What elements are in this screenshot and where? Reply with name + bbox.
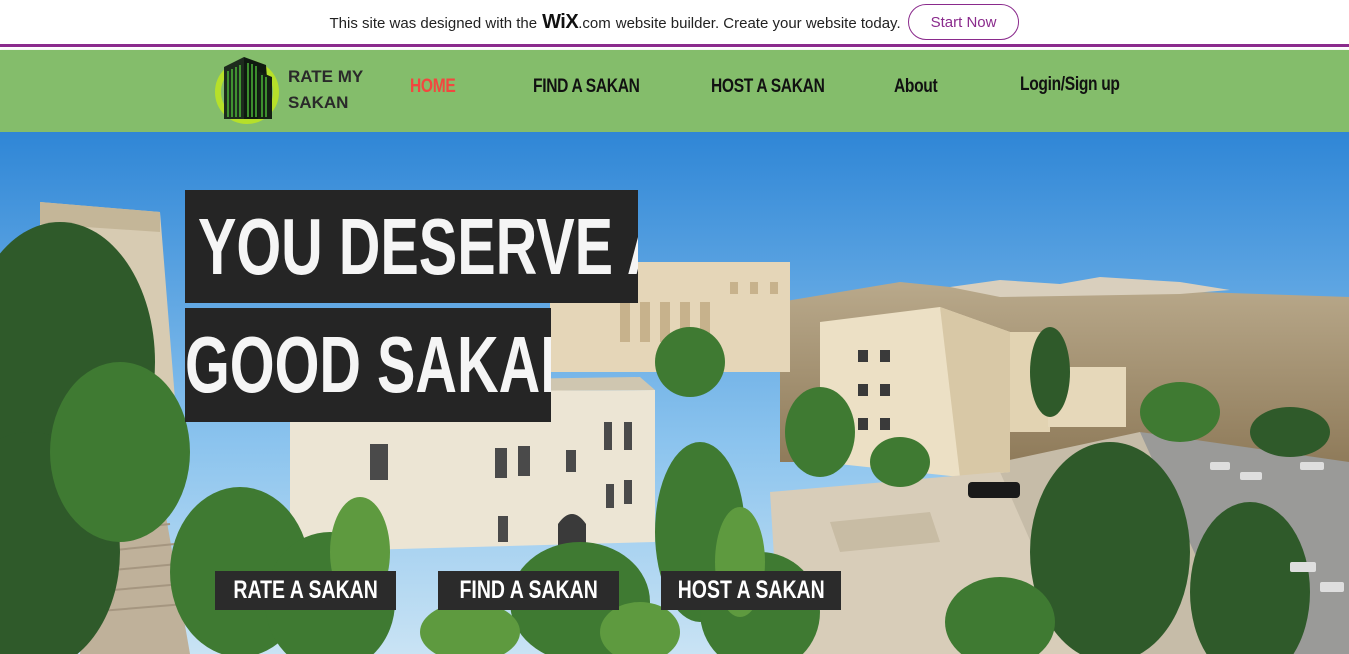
start-now-button[interactable]: Start Now — [907, 4, 1020, 40]
hero-headline-line-1: YOU DESERVE A — [185, 190, 638, 303]
wix-banner-text-before: This site was designed with the — [329, 14, 538, 32]
nav-find-a-sakan[interactable]: FIND A SAKAN — [533, 76, 640, 98]
nav-host-a-sakan[interactable]: HOST A SAKAN — [711, 76, 825, 98]
nav-login-signup[interactable]: Login/Sign up — [1020, 74, 1120, 96]
hero-headline-line-2: GOOD SAKAN — [185, 308, 551, 422]
nav-home[interactable]: HOME — [410, 76, 456, 98]
wix-banner-text-after: website builder. Create your website tod… — [615, 14, 901, 32]
wix-brand-suffix: .com — [578, 14, 611, 32]
wix-banner-text: This site was designed with the WiX.com … — [330, 11, 901, 34]
logo-line-2: SAKAN — [288, 93, 349, 112]
host-a-sakan-label: HOST A SAKAN — [677, 576, 825, 604]
hero-headline-text-1: YOU DESERVE A — [197, 202, 638, 291]
find-a-sakan-label: FIND A SAKAN — [459, 576, 598, 604]
wix-brand: WiX — [542, 10, 579, 33]
rate-a-sakan-label: RATE A SAKAN — [233, 576, 378, 604]
host-a-sakan-button[interactable]: HOST A SAKAN — [661, 571, 841, 610]
hero-headline-text-2: GOOD SAKAN — [185, 320, 551, 409]
nav-about[interactable]: About — [894, 76, 938, 98]
wix-promo-banner: This site was designed with the WiX.com … — [0, 0, 1349, 47]
logo-line-1: RATE MY — [288, 67, 364, 86]
logo-wordmark[interactable]: RATE MY SAKAN — [288, 64, 388, 116]
rate-a-sakan-button[interactable]: RATE A SAKAN — [215, 571, 396, 610]
site-header: RATE MY SAKAN HOME FIND A SAKAN HOST A S… — [0, 50, 1349, 132]
wix-logo: WiX.com — [542, 11, 611, 34]
find-a-sakan-button[interactable]: FIND A SAKAN — [438, 571, 619, 610]
building-logo-icon[interactable] — [214, 51, 284, 129]
